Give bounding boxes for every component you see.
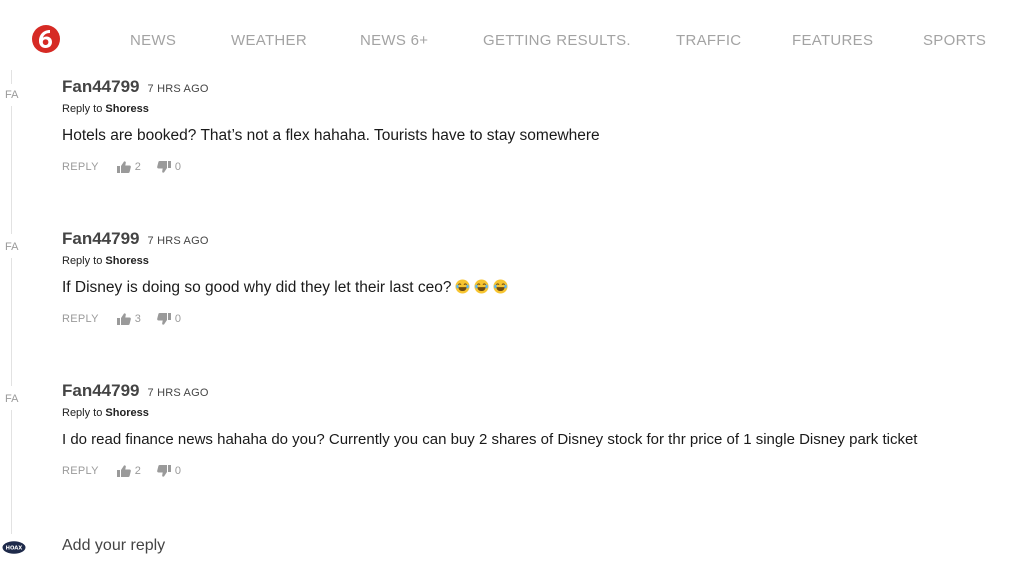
nav-item-news6plus[interactable]: NEWS 6+ (360, 32, 428, 49)
dislike-button[interactable]: 0 (157, 161, 181, 173)
comment-timestamp: 7 HRS AGO (147, 83, 209, 95)
user-avatar-text: HOAX (6, 546, 23, 552)
thread-line (11, 258, 12, 386)
comment-body: I do read finance news hahaha do you? Cu… (62, 431, 918, 448)
dislike-button[interactable]: 0 (157, 313, 181, 325)
avatar: FA (5, 89, 19, 101)
thumbs-up-icon (116, 465, 131, 477)
comment-timestamp: 7 HRS AGO (147, 387, 209, 399)
comment-header: Fan44799 7 HRS AGO (62, 77, 209, 97)
reply-button[interactable]: REPLY (62, 161, 99, 173)
like-button[interactable]: 3 (116, 313, 141, 325)
nav-item-traffic[interactable]: TRAFFIC (676, 32, 741, 49)
comment-author[interactable]: Fan44799 (62, 77, 140, 96)
laughing-emoji-icon (474, 279, 489, 294)
comment-header: Fan44799 7 HRS AGO (62, 229, 209, 249)
thumbs-down-icon (157, 161, 171, 173)
reply-to-line: Reply to Shoress (62, 255, 149, 267)
comment-author[interactable]: Fan44799 (62, 229, 140, 248)
station-logo-icon[interactable] (30, 24, 62, 54)
thumbs-up-icon (116, 161, 131, 173)
avatar: FA (5, 393, 19, 405)
like-count: 2 (134, 465, 141, 477)
like-count: 2 (134, 161, 141, 173)
comment-actions: REPLY 3 0 (62, 313, 181, 325)
dislike-count: 0 (174, 313, 182, 325)
comment-actions: REPLY 2 0 (62, 161, 181, 173)
reply-to-prefix: Reply to (62, 103, 106, 115)
nav-item-getting-results[interactable]: GETTING RESULTS. (483, 32, 631, 49)
reply-to-prefix: Reply to (62, 407, 106, 419)
comment-timestamp: 7 HRS AGO (147, 235, 209, 247)
nav-item-news[interactable]: NEWS (130, 32, 176, 49)
dislike-button[interactable]: 0 (157, 465, 181, 477)
laughing-emoji-icon (493, 279, 508, 294)
thumbs-down-icon (157, 313, 171, 325)
user-avatar-icon: HOAX (2, 541, 26, 554)
comment-body-text: If Disney is doing so good why did they … (62, 279, 452, 296)
reply-to-line: Reply to Shoress (62, 407, 149, 419)
dislike-count: 0 (174, 161, 182, 173)
reply-to-line: Reply to Shoress (62, 103, 149, 115)
add-reply-input[interactable]: Add your reply (62, 537, 165, 555)
nav-item-features[interactable]: FEATURES (792, 32, 873, 49)
comment-body: Hotels are booked? That’s not a flex hah… (62, 127, 600, 144)
reply-button[interactable]: REPLY (62, 313, 99, 325)
dislike-count: 0 (174, 465, 182, 477)
like-button[interactable]: 2 (116, 161, 141, 173)
reply-to-user[interactable]: Shoress (105, 255, 148, 267)
thread-line (11, 106, 12, 234)
thread-line (11, 410, 12, 534)
comment-author[interactable]: Fan44799 (62, 381, 140, 400)
like-count: 3 (134, 313, 141, 325)
thread-line (11, 70, 12, 84)
reply-button[interactable]: REPLY (62, 465, 99, 477)
laughing-emoji-icon (455, 279, 470, 294)
top-navigation: NEWS WEATHER NEWS 6+ GETTING RESULTS. TR… (0, 0, 1023, 78)
comment-actions: REPLY 2 0 (62, 465, 181, 477)
thumbs-down-icon (157, 465, 171, 477)
nav-item-sports[interactable]: SPORTS (923, 32, 986, 49)
avatar: FA (5, 241, 19, 253)
nav-item-weather[interactable]: WEATHER (231, 32, 307, 49)
comment-body: If Disney is doing so good why did they … (62, 279, 508, 297)
like-button[interactable]: 2 (116, 465, 141, 477)
thumbs-up-icon (116, 313, 131, 325)
reply-to-prefix: Reply to (62, 255, 106, 267)
comment-header: Fan44799 7 HRS AGO (62, 381, 209, 401)
reply-to-user[interactable]: Shoress (105, 103, 148, 115)
reply-to-user[interactable]: Shoress (105, 407, 148, 419)
